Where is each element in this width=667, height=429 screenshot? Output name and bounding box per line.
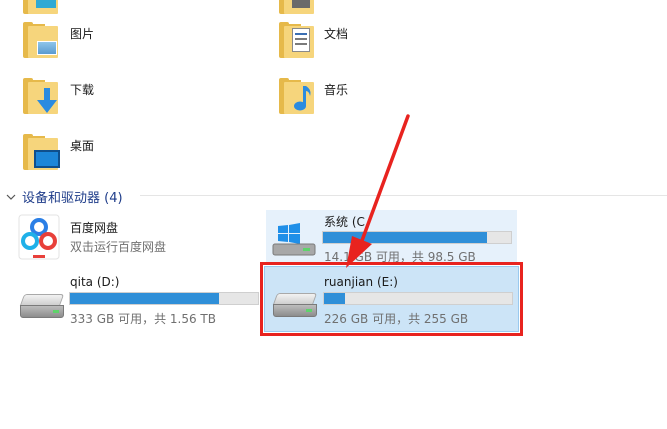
drive-subtitle: 333 GB 可用，共 1.56 TB — [70, 312, 216, 326]
folder-label: 图片 — [70, 27, 95, 41]
hard-drive-icon — [19, 294, 65, 320]
folder-music[interactable]: 音乐 — [274, 74, 514, 122]
drive-usage-bar — [69, 292, 259, 305]
documents-folder-icon — [278, 20, 318, 60]
partial-folder-icon-right — [278, 0, 318, 16]
drive-name: 系统 (C — [324, 215, 365, 229]
windows-drive-icon — [272, 223, 316, 256]
drive-baidu-netdisk[interactable]: 百度网盘 双击运行百度网盘 — [14, 210, 260, 262]
highlight-box — [260, 262, 523, 336]
desktop-folder-icon — [22, 132, 62, 172]
folder-downloads[interactable]: 下载 — [18, 74, 258, 122]
folder-desktop[interactable]: 桌面 — [18, 130, 258, 178]
chevron-down-icon — [6, 194, 16, 200]
folder-label: 下载 — [70, 83, 95, 97]
folder-label: 音乐 — [324, 83, 349, 97]
section-divider — [140, 195, 667, 196]
drive-system-c[interactable]: 系统 (C 14.1 GB 可用，共 98.5 GB — [266, 210, 517, 264]
folder-label: 文档 — [324, 27, 349, 41]
section-title: 设备和驱动器 (4) — [22, 191, 123, 206]
folder-documents[interactable]: 文档 — [274, 18, 514, 66]
downloads-folder-icon — [22, 76, 62, 116]
pictures-folder-icon — [22, 20, 62, 60]
music-folder-icon — [278, 76, 318, 116]
drive-usage-fill — [323, 232, 487, 243]
partial-folder-icon-left — [22, 0, 62, 16]
folder-label: 桌面 — [70, 139, 95, 153]
drive-usage-bar — [322, 231, 512, 244]
drive-subtitle: 双击运行百度网盘 — [70, 240, 167, 254]
section-header-devices[interactable]: 设备和驱动器 (4) — [6, 187, 123, 206]
drive-name: 百度网盘 — [70, 221, 119, 235]
drive-qita-d[interactable]: qita (D:) 333 GB 可用，共 1.56 TB — [14, 270, 260, 330]
drive-usage-fill — [70, 293, 219, 304]
folder-pictures[interactable]: 图片 — [18, 18, 258, 66]
baidu-netdisk-icon — [18, 214, 60, 260]
drive-name: qita (D:) — [70, 275, 120, 289]
